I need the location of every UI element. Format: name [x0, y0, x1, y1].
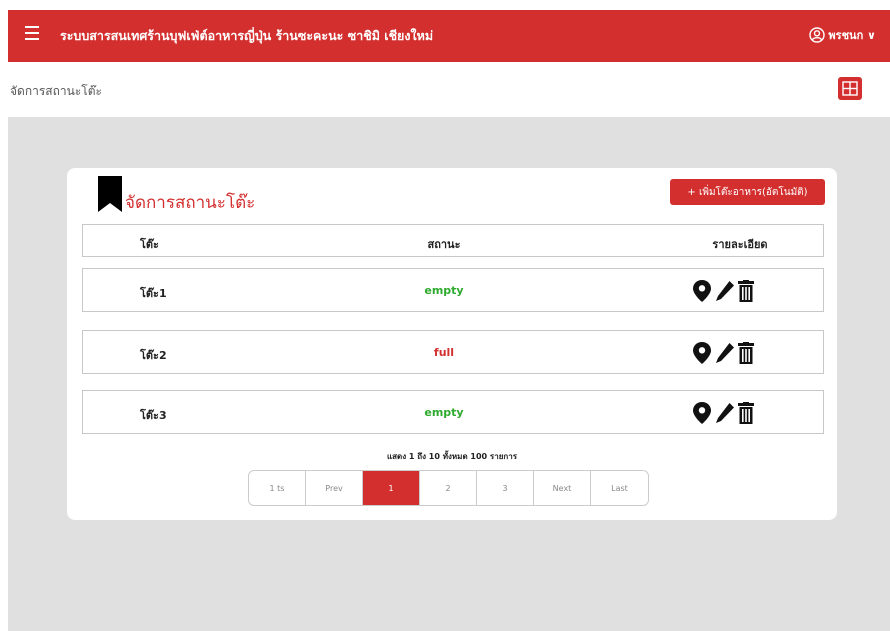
page-3[interactable]: 3	[477, 471, 534, 505]
trash-icon[interactable]	[738, 402, 754, 427]
page-2[interactable]: 2	[420, 471, 477, 505]
page-next[interactable]: Next	[534, 471, 591, 505]
location-pin-icon[interactable]	[692, 401, 712, 428]
table-row: โต๊ะ3 empty	[82, 390, 824, 434]
card-title: จัดการสถานะโต๊ะ	[125, 193, 256, 213]
page-1[interactable]: 1	[363, 471, 420, 505]
header-table: โต๊ะ	[140, 238, 159, 251]
table-header: โต๊ะ สถานะ รายละเอียด	[82, 224, 824, 257]
page-prev[interactable]: Prev	[306, 471, 363, 505]
bookmark-icon	[98, 176, 122, 212]
breadcrumb: จัดการสถานะโต๊ะ	[10, 84, 102, 98]
edit-icon[interactable]	[715, 280, 735, 305]
table-name: โต๊ะ2	[140, 349, 167, 362]
row-actions	[692, 279, 754, 306]
table-status: empty	[424, 284, 464, 297]
add-table-button[interactable]: + เพิ่มโต๊ะอาหาร(อัตโนมัติ)	[670, 179, 825, 205]
trash-icon[interactable]	[738, 342, 754, 367]
user-menu[interactable]: พรชนก ∨	[809, 26, 876, 44]
pagination: 1 ts Prev 1 2 3 Next Last	[248, 470, 649, 506]
row-actions	[692, 341, 754, 368]
location-pin-icon[interactable]	[692, 279, 712, 306]
table-status: empty	[424, 406, 464, 419]
pagination-summary: แสดง 1 ถึง 10 ทั้งหมด 100 รายการ	[386, 452, 518, 461]
location-pin-icon[interactable]	[692, 341, 712, 368]
table-status: full	[433, 346, 455, 359]
page-last[interactable]: Last	[591, 471, 648, 505]
header-status: สถานะ	[427, 238, 461, 251]
app-frame: ระบบสารสนเทศร้านบุฟเฟ่ต์อาหารญี่ปุ่น ร้า…	[8, 10, 890, 631]
table-name: โต๊ะ1	[140, 287, 167, 300]
grid-view-icon	[842, 81, 858, 96]
app-title: ระบบสารสนเทศร้านบุฟเฟ่ต์อาหารญี่ปุ่น ร้า…	[60, 28, 434, 43]
table-management-card: จัดการสถานะโต๊ะ + เพิ่มโต๊ะอาหาร(อัตโนมั…	[67, 168, 837, 520]
page-first[interactable]: 1 ts	[249, 471, 306, 505]
table-row: โต๊ะ1 empty	[82, 268, 824, 312]
page-header: จัดการสถานะโต๊ะ	[8, 62, 890, 117]
user-name: พรชนก ∨	[828, 29, 876, 42]
table-name: โต๊ะ3	[140, 409, 167, 422]
trash-icon[interactable]	[738, 280, 754, 305]
user-circle-icon	[809, 27, 826, 43]
top-navbar: ระบบสารสนเทศร้านบุฟเฟ่ต์อาหารญี่ปุ่น ร้า…	[8, 10, 890, 62]
header-detail: รายละเอียด	[712, 238, 768, 251]
row-actions	[692, 401, 754, 428]
grid-view-button[interactable]	[838, 77, 862, 100]
edit-icon[interactable]	[715, 402, 735, 427]
table-row: โต๊ะ2 full	[82, 330, 824, 374]
menu-icon[interactable]	[25, 26, 39, 40]
edit-icon[interactable]	[715, 342, 735, 367]
